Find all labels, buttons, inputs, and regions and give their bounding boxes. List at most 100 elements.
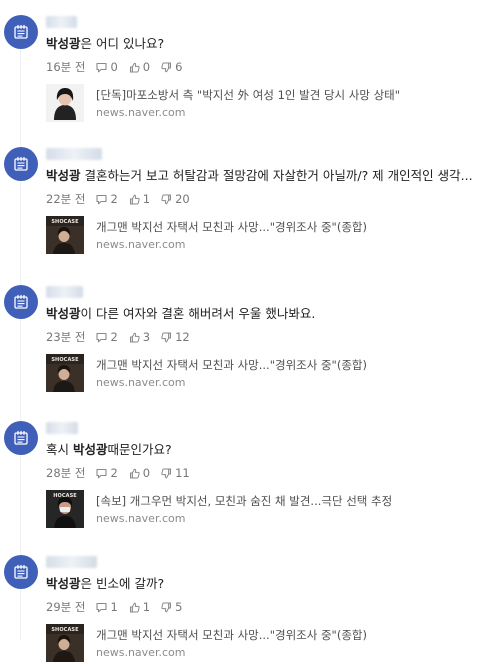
comment-time: 23분 전	[46, 330, 86, 344]
thumbs-down-icon	[160, 61, 175, 74]
thumbs-up-icon	[128, 601, 143, 614]
dislike-button[interactable]: 20	[160, 191, 190, 207]
like-button[interactable]: 0	[128, 465, 150, 481]
news-link-card[interactable]: SHOCASE 개그맨 박지선 자택서 모친과 사망..."경위조사 중"(종합…	[46, 216, 486, 260]
dislike-count: 6	[175, 60, 183, 74]
dislike-button[interactable]: 12	[160, 329, 190, 345]
reply-count: 1	[110, 600, 118, 614]
notepad-icon	[12, 23, 30, 41]
comment-time: 29분 전	[46, 600, 86, 614]
like-count: 0	[142, 60, 151, 74]
highlighted-name: 박성광	[72, 442, 108, 457]
thumbs-down-icon	[160, 467, 175, 480]
like-count: 1	[142, 192, 151, 206]
comment-meta: 22분 전 2 1 20	[46, 191, 200, 207]
notepad-icon	[12, 293, 30, 311]
news-domain: news.naver.com	[96, 512, 186, 525]
news-domain: news.naver.com	[96, 376, 186, 389]
like-button[interactable]: 1	[128, 191, 150, 207]
like-button[interactable]: 0	[128, 59, 150, 75]
reply-count: 2	[110, 192, 118, 206]
reply-count: 2	[110, 330, 118, 344]
highlighted-name: 박성광	[46, 576, 81, 591]
reply-icon	[95, 61, 110, 74]
highlighted-name: 박성광	[46, 36, 81, 51]
reply-icon	[95, 193, 110, 206]
avatar[interactable]	[4, 421, 38, 455]
comment-text-rest: 결혼하는거 보고 허탈감과 절망감에 자살한거 아닐까/? 제 개인적인 생각.…	[80, 168, 473, 183]
reply-count: 2	[110, 466, 118, 480]
news-link-card[interactable]: [단독]마포소방서 측 "박지선 外 여성 1인 발견 당시 사망 상태" ne…	[46, 84, 486, 128]
dislike-button[interactable]: 5	[160, 599, 182, 615]
feed-divider	[20, 27, 21, 640]
like-button[interactable]: 1	[128, 599, 150, 615]
notepad-icon	[12, 429, 30, 447]
comment-time: 16분 전	[46, 60, 86, 74]
nickname-redacted	[46, 16, 77, 28]
news-title: 개그맨 박지선 자택서 모친과 사망..."경위조사 중"(종합)	[96, 628, 367, 642]
comment-text-rest: 이 다른 여자와 결혼 해버려서 우울 했나봐요.	[80, 306, 316, 321]
reply-icon	[95, 467, 110, 480]
comment-meta: 23분 전 2 3 12	[46, 329, 200, 345]
news-thumbnail: HOCASE	[46, 490, 84, 528]
avatar[interactable]	[4, 15, 38, 49]
news-title: 개그맨 박지선 자택서 모친과 사망..."경위조사 중"(종합)	[96, 358, 367, 372]
thumbnail-caption: SHOCASE	[51, 219, 79, 225]
thumbnail-caption: SHOCASE	[51, 357, 79, 363]
like-count: 1	[142, 600, 151, 614]
reply-button[interactable]: 2	[95, 191, 118, 207]
highlighted-name: 박성광	[46, 168, 81, 183]
highlighted-name: 박성광	[46, 306, 81, 321]
news-thumbnail: SHOCASE	[46, 624, 84, 662]
thumbs-down-icon	[160, 601, 175, 614]
comment-time: 22분 전	[46, 192, 86, 206]
comment-meta: 16분 전 0 0 6	[46, 59, 192, 75]
dislike-button[interactable]: 11	[160, 465, 190, 481]
news-title: [속보] 개그우먼 박지선, 모친과 숨진 채 발견...극단 선택 추정	[96, 494, 393, 508]
news-domain: news.naver.com	[96, 238, 186, 251]
comment-text: 박성광은 어디 있나요?	[46, 35, 492, 53]
reply-button[interactable]: 1	[95, 599, 118, 615]
dislike-count: 12	[175, 330, 190, 344]
comment-text: 박성광은 빈소에 갈까?	[46, 575, 492, 593]
thumbs-down-icon	[160, 331, 175, 344]
comment-time: 28분 전	[46, 466, 86, 480]
thumbs-down-icon	[160, 193, 175, 206]
comment-text-prefix: 혹시	[46, 442, 73, 457]
thumbs-up-icon	[128, 467, 143, 480]
avatar[interactable]	[4, 285, 38, 319]
news-link-card[interactable]: SHOCASE 개그맨 박지선 자택서 모친과 사망..."경위조사 중"(종합…	[46, 624, 486, 668]
avatar[interactable]	[4, 147, 38, 181]
news-thumbnail	[46, 84, 84, 122]
comment-text: 박성광이 다른 여자와 결혼 해버려서 우울 했나봐요.	[46, 305, 492, 323]
news-domain: news.naver.com	[96, 646, 186, 659]
reply-button[interactable]: 0	[95, 59, 118, 75]
nickname-redacted	[46, 286, 83, 298]
news-thumbnail: SHOCASE	[46, 216, 84, 254]
dislike-button[interactable]: 6	[160, 59, 182, 75]
notepad-icon	[12, 563, 30, 581]
like-button[interactable]: 3	[128, 329, 150, 345]
thumbnail-caption: HOCASE	[53, 493, 77, 499]
thumbs-up-icon	[128, 331, 143, 344]
like-count: 0	[142, 466, 151, 480]
news-link-card[interactable]: HOCASE [속보] 개그우먼 박지선, 모친과 숨진 채 발견...극단 선…	[46, 490, 486, 534]
notepad-icon	[12, 155, 30, 173]
reply-button[interactable]: 2	[95, 329, 118, 345]
reply-icon	[95, 331, 110, 344]
like-count: 3	[142, 330, 151, 344]
reply-button[interactable]: 2	[95, 465, 118, 481]
news-link-card[interactable]: SHOCASE 개그맨 박지선 자택서 모친과 사망..."경위조사 중"(종합…	[46, 354, 486, 398]
reply-icon	[95, 601, 110, 614]
comment-meta: 28분 전 2 0 11	[46, 465, 200, 481]
thumbs-up-icon	[128, 193, 143, 206]
news-domain: news.naver.com	[96, 106, 186, 119]
comment-meta: 29분 전 1 1 5	[46, 599, 192, 615]
comment-feed: 박성광은 어디 있나요? 16분 전 0 0 6 [단독]마포소방서 측 "박지…	[0, 0, 500, 667]
avatar[interactable]	[4, 555, 38, 589]
thumbs-up-icon	[128, 61, 143, 74]
comment-text: 혹시 박성광때문인가요?	[46, 441, 492, 459]
comment-text-rest: 은 어디 있나요?	[80, 36, 165, 51]
news-title: [단독]마포소방서 측 "박지선 外 여성 1인 발견 당시 사망 상태"	[96, 88, 401, 102]
comment-text-rest: 은 빈소에 갈까?	[80, 576, 165, 591]
